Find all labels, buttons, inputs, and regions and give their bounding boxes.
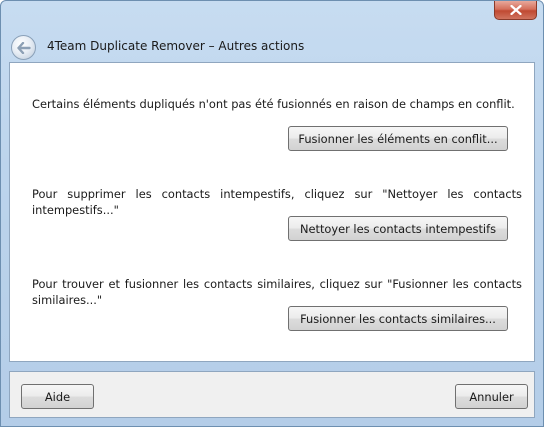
merge-similar-button[interactable]: Fusionner les contacts similaires...	[288, 306, 508, 331]
content-panel: Certains éléments dupliqués n'ont pas ét…	[9, 62, 535, 362]
window-title: 4Team Duplicate Remover – Autres actions	[47, 39, 305, 53]
back-button[interactable]	[11, 35, 36, 60]
cancel-button[interactable]: Annuler	[455, 384, 528, 409]
similar-message: Pour trouver et fusionner les contacts s…	[32, 277, 522, 307]
dialog-window: 4Team Duplicate Remover – Autres actions…	[0, 0, 544, 427]
back-arrow-icon	[16, 41, 31, 54]
help-button[interactable]: Aide	[21, 384, 94, 409]
footer-bar: Aide Annuler	[9, 371, 535, 418]
cleanup-contacts-button[interactable]: Nettoyer les contacts intempestifs	[288, 216, 508, 241]
title-bar: 4Team Duplicate Remover – Autres actions	[1, 1, 543, 61]
conflict-message: Certains éléments dupliqués n'ont pas ét…	[32, 97, 515, 111]
close-button[interactable]	[494, 1, 537, 20]
close-icon	[509, 5, 522, 15]
cleanup-message: Pour supprimer les contacts intempestifs…	[32, 187, 522, 217]
merge-conflicts-button[interactable]: Fusionner les éléments en conflit...	[288, 126, 508, 151]
